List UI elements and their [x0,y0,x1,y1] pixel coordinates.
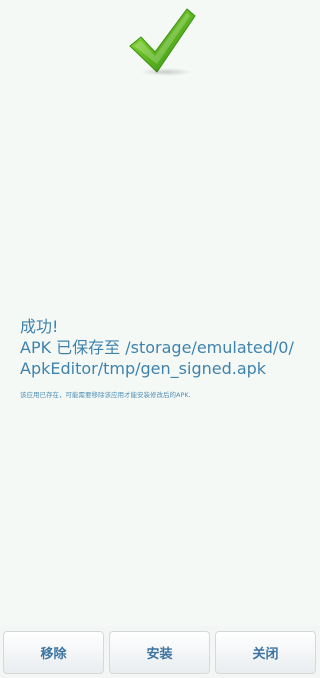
result-screen: 成功! APK 已保存至 /storage/emulated/0/ ApkEdi… [0,0,320,678]
success-title: 成功! [20,317,59,336]
save-path-line-2: ApkEditor/tmp/gen_signed.apk [20,359,267,378]
checkmark-shadow [140,68,192,76]
close-button[interactable]: 关闭 [215,631,316,674]
remove-button[interactable]: 移除 [3,631,104,674]
save-path-line-1: APK 已保存至 /storage/emulated/0/ [20,338,294,357]
install-note: 该应用已存在，可能需要移除该应用才能安装修改后的APK. [20,391,191,399]
install-button[interactable]: 安装 [109,631,210,674]
action-bar: 移除 安装 关闭 [0,626,320,678]
success-message: 成功! APK 已保存至 /storage/emulated/0/ ApkEdi… [20,316,310,379]
